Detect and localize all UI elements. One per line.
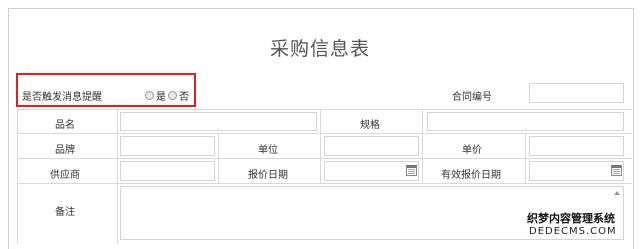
quote-date-label: 报价日期 [248,170,288,181]
watermark-title: 织梦内容管理系统 [527,212,615,225]
spec-label: 规格 [360,120,380,131]
unit-price-input[interactable] [529,136,624,156]
scroll-up-icon[interactable] [614,191,620,195]
col-divider [117,109,118,244]
col-divider [17,109,18,244]
col-divider [525,133,526,183]
watermark-url: DEDECMS.COM [529,226,617,237]
valid-quote-date-label: 有效报价日期 [441,170,501,181]
product-name-label: 品名 [55,120,75,131]
valid-quote-date-input[interactable] [529,161,624,181]
col-divider [320,109,321,183]
remind-no-radio[interactable] [168,91,177,100]
supplier-label: 供应商 [50,170,80,181]
calendar-icon[interactable] [611,165,622,176]
unit-label: 单位 [258,145,278,156]
brand-label: 品牌 [55,145,75,156]
remind-yes-radio[interactable] [145,91,154,100]
row-divider [17,158,632,159]
brand-input[interactable] [120,136,215,156]
spec-input[interactable] [427,112,624,131]
remind-yes-label: 是 [156,92,166,103]
col-divider [422,109,423,183]
calendar-icon[interactable] [406,165,417,176]
remind-label: 是否触发消息提醒 [22,92,102,103]
remind-no-label: 否 [179,92,189,103]
unit-price-label: 单价 [462,145,482,156]
unit-input[interactable] [324,136,419,156]
product-name-input[interactable] [120,112,317,131]
col-divider [218,133,219,183]
remarks-label: 备注 [55,207,75,218]
contract-no-input[interactable] [529,83,624,103]
page-title: 采购信息表 [269,38,370,60]
row-divider [17,133,632,134]
row-divider [17,183,632,184]
quote-date-input[interactable] [324,161,419,181]
contract-no-label: 合同编号 [452,92,492,103]
supplier-input[interactable] [120,161,215,181]
row-divider [17,109,632,110]
